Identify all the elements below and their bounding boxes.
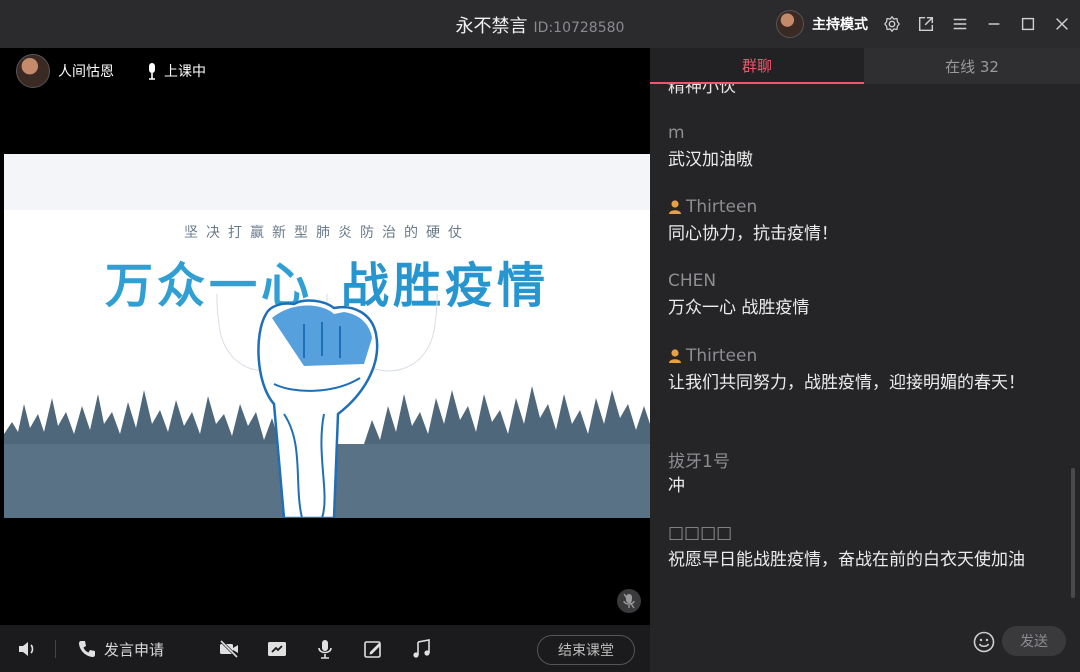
camera-off-icon[interactable] [218,637,240,661]
chat-tabs: 群聊 在线 32 [650,48,1080,84]
message-list: 精神小伙 m 武汉加油嗷 Thirteen 同心协力，抗击疫情！ CHEN 万众… [650,84,1068,622]
chat-message: Thirteen 让我们共同努力，战胜疫情，迎接明媚的春天！ [668,343,1058,397]
message-text: 同心协力，抗击疫情！ [668,224,838,244]
sender-name: Thirteen [686,197,758,217]
sender-name: Thirteen [686,346,758,366]
menu-icon[interactable] [950,14,970,34]
screen-share-icon[interactable] [266,637,288,661]
emoji-icon[interactable] [972,630,996,654]
message-sender: CHEN [668,268,1058,294]
chat-input-row: 发送 [650,622,1080,672]
chat-message: 拔牙1号 冲 [668,446,1058,500]
message-text: 让我们共同努力，战胜疫情，迎接明媚的春天！ [668,373,1025,393]
apply-speak-button[interactable]: 发言申请 [76,637,164,661]
room-id: ID:10728580 [533,20,625,36]
bottom-toolbar: 发言申请 结束课堂 [0,625,650,672]
maximize-icon[interactable] [1018,14,1038,34]
host-avatar[interactable] [776,10,804,38]
chat-message: □□□□ 祝愿早日能战胜疫情，奋战在前的白衣天使加油 [668,520,1058,574]
message-text: 万众一心 战胜疫情 [668,298,810,318]
edit-icon[interactable] [362,637,384,661]
teacher-badge-icon [669,200,681,214]
message-sender: m [668,120,1058,146]
chat-panel: 群聊 在线 32 精神小伙 m 武汉加油嗷 Thirteen 同心协力，抗击疫情… [650,48,1080,672]
mic-muted-badge[interactable] [617,589,641,613]
message-cut-off: 精神小伙 [668,84,736,97]
volume-icon[interactable] [16,637,38,661]
end-class-button[interactable]: 结束课堂 [537,635,635,665]
chat-scrollbar[interactable] [1071,468,1075,598]
video-stage: 人间怙恩 上课中 坚决打赢新型肺炎防治的硬仗 万众一心 战胜疫情 [0,48,650,625]
message-sender: □□□□ [668,520,1058,546]
tab-group-chat[interactable]: 群聊 [650,48,864,84]
chat-message: Thirteen 同心协力，抗击疫情！ [668,194,1058,248]
message-sender: Thirteen [668,194,1058,220]
presentation-slide: 坚决打赢新型肺炎防治的硬仗 万众一心 战胜疫情 [4,154,650,518]
crowd-fist-illustration [4,294,650,518]
gear-icon[interactable] [882,14,902,34]
phone-icon [79,641,95,657]
send-button[interactable]: 发送 [1002,626,1066,656]
message-text: 祝愿早日能战胜疫情，奋战在前的白衣天使加油 [668,550,1025,570]
message-text: 冲 [668,476,685,496]
chat-message: m 武汉加油嗷 [668,120,1058,174]
tab-online[interactable]: 在线 32 [864,48,1080,84]
microphone-icon [149,63,155,80]
sender-name: CHEN [668,271,717,291]
mic-icon[interactable] [314,637,336,661]
popout-icon[interactable] [916,14,936,34]
chat-message: CHEN 万众一心 战胜疫情 [668,268,1058,322]
minimize-icon[interactable] [984,14,1004,34]
slide-subtitle: 坚决打赢新型肺炎防治的硬仗 [184,225,470,241]
sender-name: 拔牙1号 [668,451,730,472]
message-text: 武汉加油嗷 [668,150,753,170]
presenter-avatar[interactable] [16,54,50,88]
host-mode-label[interactable]: 主持模式 [812,14,868,34]
presenter-info: 人间怙恩 上课中 [16,54,206,88]
room-name: 永不禁言 [455,16,528,37]
teacher-badge-icon [669,349,681,363]
chat-input[interactable] [662,626,1008,660]
sender-name: m [668,123,685,143]
music-icon[interactable] [410,637,432,661]
slide-header-band [4,154,650,210]
close-icon[interactable] [1052,14,1072,34]
toolbar-divider [55,640,56,658]
message-sender: 拔牙1号 [668,446,1058,472]
presenter-name: 人间怙恩 [58,64,114,80]
sender-name: □□□□ [668,523,733,543]
class-status: 上课中 [146,61,206,81]
apply-speak-label: 发言申请 [104,640,165,659]
message-sender: Thirteen [668,343,1058,369]
title-bar: 永不禁言 ID:10728580 主持模式 [0,0,1080,48]
class-status-label: 上课中 [164,64,206,80]
